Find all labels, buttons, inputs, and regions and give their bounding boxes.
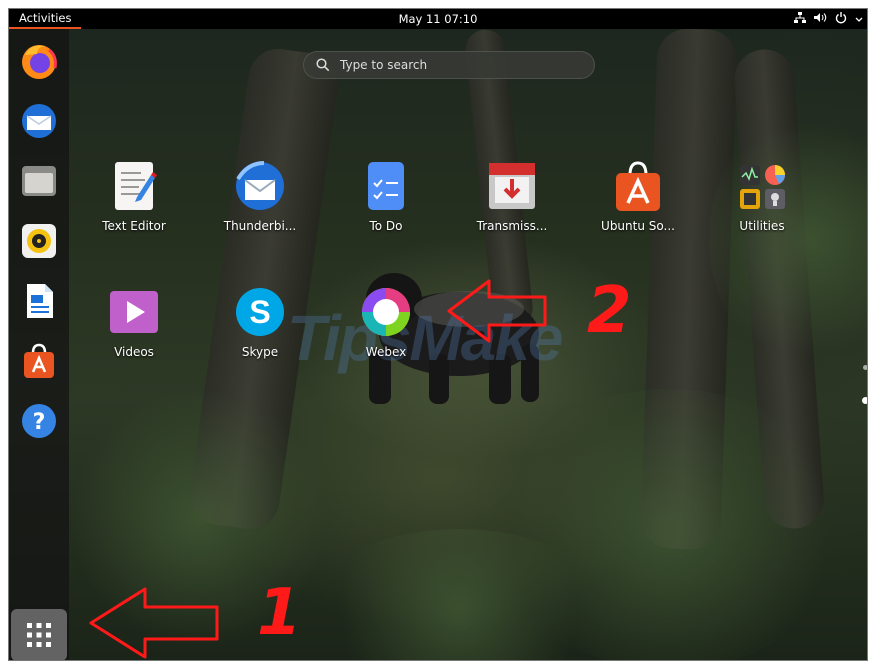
app-label: Videos xyxy=(114,345,154,359)
app-transmission[interactable]: Transmiss... xyxy=(464,159,560,233)
app-to-do[interactable]: To Do xyxy=(338,159,434,233)
todo-icon xyxy=(359,159,413,213)
videos-icon xyxy=(107,285,161,339)
desktop-screen: TipsMake Activities May 11 07:10 ? Type … xyxy=(8,8,868,661)
volume-icon[interactable] xyxy=(814,12,827,26)
app-label: Utilities xyxy=(739,219,785,233)
power-icon[interactable] xyxy=(835,11,847,27)
app-skype[interactable]: S Skype xyxy=(212,285,308,359)
search-placeholder: Type to search xyxy=(340,58,428,72)
utilities-icon xyxy=(735,159,789,213)
files-icon[interactable] xyxy=(17,159,61,203)
app-thunderbird[interactable]: Thunderbi... xyxy=(212,159,308,233)
app-label: Thunderbi... xyxy=(223,219,297,233)
svg-text:S: S xyxy=(249,294,270,330)
software-icon[interactable] xyxy=(17,339,61,383)
firefox-icon[interactable] xyxy=(17,39,61,83)
app-text-editor[interactable]: Text Editor xyxy=(86,159,182,233)
rhythmbox-icon[interactable] xyxy=(17,219,61,263)
app-label: Ubuntu So... xyxy=(601,219,675,233)
text-editor-icon xyxy=(107,159,161,213)
app-label: Webex xyxy=(365,345,407,359)
system-tray[interactable] xyxy=(794,11,863,27)
clock[interactable]: May 11 07:10 xyxy=(399,12,478,26)
skype-icon: S xyxy=(233,285,287,339)
show-applications-icon xyxy=(27,623,51,647)
top-bar: Activities May 11 07:10 xyxy=(9,9,867,29)
page-dot-active[interactable] xyxy=(862,397,867,404)
search-field[interactable]: Type to search xyxy=(303,51,595,79)
page-dot[interactable] xyxy=(863,365,867,370)
app-label: Skype xyxy=(241,345,279,359)
thunderbird-icon xyxy=(233,159,287,213)
network-icon[interactable] xyxy=(794,12,806,26)
svg-text:?: ? xyxy=(33,410,46,435)
app-utilities[interactable]: Utilities xyxy=(714,159,810,233)
app-label: Text Editor xyxy=(102,219,166,233)
thunderbird-icon[interactable] xyxy=(17,99,61,143)
transmission-icon xyxy=(485,159,539,213)
search-icon xyxy=(316,58,330,72)
annotation-number-two: 2 xyxy=(587,274,632,348)
chevron-down-icon[interactable] xyxy=(855,13,863,26)
dock: ? xyxy=(9,29,69,660)
annotation-arrow-left-icon xyxy=(447,279,547,343)
writer-icon[interactable] xyxy=(17,279,61,323)
app-ubuntu-software[interactable]: Ubuntu So... xyxy=(590,159,686,233)
annotation-number-one: 1 xyxy=(257,576,302,650)
activities-button[interactable]: Activities xyxy=(9,9,82,29)
app-label: To Do xyxy=(369,219,403,233)
app-label: Transmiss... xyxy=(476,219,548,233)
annotation-arrow-left-icon xyxy=(89,587,219,659)
app-videos[interactable]: Videos xyxy=(86,285,182,359)
webex-icon xyxy=(359,285,413,339)
help-icon[interactable]: ? xyxy=(17,399,61,443)
ubuntu-software-icon xyxy=(611,159,665,213)
app-webex[interactable]: Webex xyxy=(338,285,434,359)
show-applications-button[interactable] xyxy=(11,609,67,660)
